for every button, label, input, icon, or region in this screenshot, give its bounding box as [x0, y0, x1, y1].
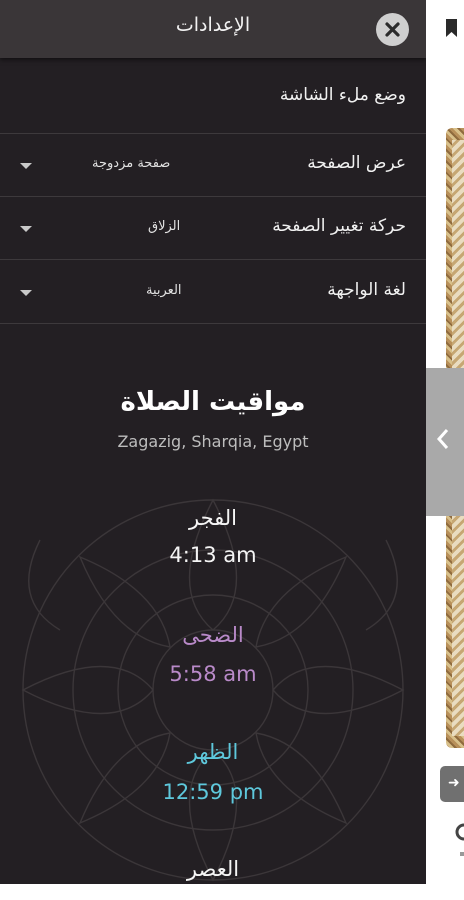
page-transition-label: حركة تغيير الصفحة	[272, 216, 406, 236]
prayer-location: Zagazig, Sharqia, Egypt	[117, 432, 309, 451]
setting-fullscreen[interactable]: وضع ملء الشاشة	[0, 58, 426, 134]
bottom-bar	[0, 884, 464, 900]
setting-page-view[interactable]: عرض الصفحة صفحة مزدوجة	[0, 134, 426, 197]
prayer-time-dhuhr: 12:59 pm	[162, 780, 264, 804]
chevron-down-icon	[20, 163, 32, 169]
settings-drawer: الإعدادات وضع ملء الشاشة عرض الصفحة صفحة…	[0, 0, 426, 884]
fullscreen-label: وضع ملء الشاشة	[279, 85, 406, 105]
arrow-right-icon: ➜	[448, 775, 460, 791]
ui-language-value: العربية	[146, 283, 182, 298]
close-button[interactable]	[376, 13, 409, 46]
chevron-left-icon	[436, 429, 449, 449]
chevron-down-icon	[20, 226, 32, 232]
ui-language-label: لغة الواجهة	[327, 280, 406, 300]
gear-icon[interactable]	[454, 822, 464, 862]
setting-ui-language[interactable]: لغة الواجهة العربية	[0, 260, 426, 324]
prayer-time-duha: 5:58 am	[169, 662, 257, 686]
page-transition-value: الزلاق	[148, 219, 181, 234]
drawer-header: الإعدادات	[0, 0, 426, 58]
prayer-name-fajr: الفجر	[189, 506, 237, 530]
page-view-label: عرض الصفحة	[307, 153, 406, 173]
prayer-time-fajr: 4:13 am	[169, 543, 257, 567]
prayer-name-dhuhr: الظهر	[187, 740, 239, 764]
setting-page-transition[interactable]: حركة تغيير الصفحة الزلاق	[0, 197, 426, 260]
close-icon	[385, 22, 400, 37]
drawer-title: الإعدادات	[175, 14, 251, 36]
page-view-value: صفحة مزدوجة	[92, 156, 171, 171]
bookmark-icon[interactable]	[446, 19, 457, 37]
prayer-name-asr: العصر	[186, 857, 240, 881]
page-nav-handle[interactable]	[426, 368, 464, 516]
side-action-button[interactable]: ➜	[440, 766, 464, 802]
prayer-times-title: مواقيت الصلاة	[120, 387, 306, 417]
chevron-down-icon	[20, 290, 32, 296]
prayer-name-duha: الضحى	[182, 623, 244, 647]
